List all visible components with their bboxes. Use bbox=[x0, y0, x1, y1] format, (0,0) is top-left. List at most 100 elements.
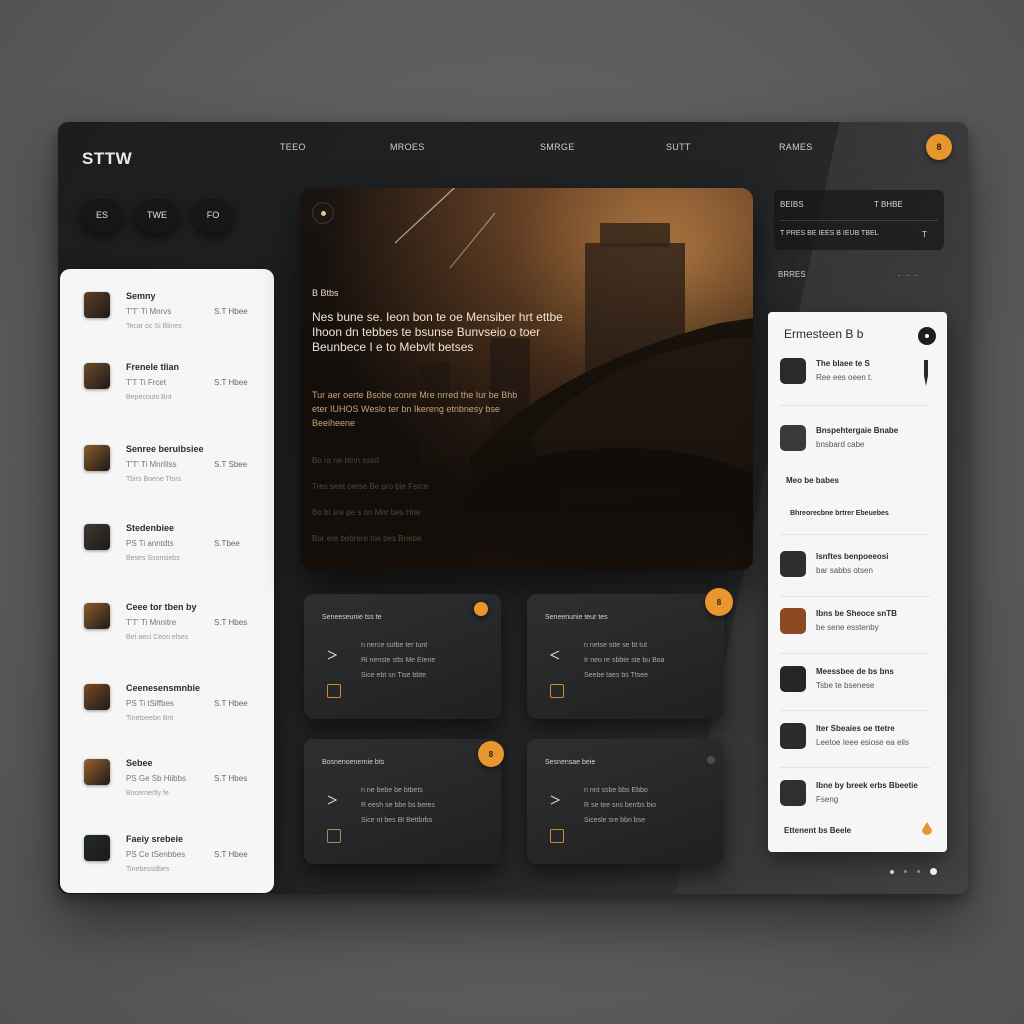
brand-logo[interactable]: STTW bbox=[82, 149, 132, 169]
page-dot[interactable] bbox=[917, 870, 920, 873]
pagination-dots bbox=[890, 868, 937, 875]
item-meta: T'T' Ti Mnrlilss bbox=[126, 460, 177, 469]
task-card[interactable]: Seneeseunie tss te n nerce sutbe ter tun… bbox=[304, 594, 501, 719]
nav-link-5[interactable]: RAMES bbox=[779, 142, 813, 152]
nav-link-1[interactable]: TEEO bbox=[280, 142, 306, 152]
item-subtitle: bnsbard cabe bbox=[816, 440, 865, 449]
card-badge[interactable]: 8 bbox=[478, 741, 504, 767]
nav-link-4[interactable]: SUTT bbox=[666, 142, 691, 152]
hero-menu-button[interactable] bbox=[312, 202, 334, 224]
item-title: Ceenesensmnbie bbox=[126, 683, 201, 693]
item-value: S.T Hbee bbox=[214, 378, 248, 387]
item-meta: PS Ti tSiffbes bbox=[126, 699, 174, 708]
item-title: Ibne by breek erbs Bbeetie bbox=[816, 781, 918, 790]
divider bbox=[780, 596, 930, 597]
item-subtitle: bar sabbs otsen bbox=[816, 566, 873, 575]
search-input[interactable]: T PRES BE IEES B IEUB TBEL bbox=[780, 230, 879, 237]
item-subtitle: Leetoe Ieee esiose ea eils bbox=[816, 738, 909, 747]
list-item[interactable]: Ceee tor tben by T'T' Ti Mnnitre S.T Hbe… bbox=[84, 602, 264, 651]
item-title: Ibns be Sheoce snTB bbox=[816, 609, 897, 618]
item-thumbnail bbox=[780, 551, 806, 577]
list-item[interactable]: Stedenbiee PS Ti anntdts S.Tbee Beses Ss… bbox=[84, 523, 264, 572]
panel-item[interactable]: Ibns be Sheoce snTB be sene esstenby bbox=[780, 608, 930, 644]
pen-icon bbox=[924, 360, 928, 386]
card-line: R eesh se bbe bs beres bbox=[361, 802, 435, 809]
panel-item[interactable]: Ibne by breek erbs Bbeetie Fseng bbox=[780, 780, 930, 816]
item-title: lsnftes benpoeeosi bbox=[816, 552, 889, 561]
item-meta: PS Ce tSenbbes bbox=[126, 850, 186, 859]
card-line: n ne bebe be btbets bbox=[361, 787, 423, 794]
panel-text[interactable]: Bhreorecbne brtrer Ebeuebes bbox=[790, 510, 889, 517]
item-meta: PS Ge Sb Hiibbs bbox=[126, 774, 187, 783]
hero-faded-line: Bo ra ne btnn sssrt bbox=[312, 456, 380, 465]
task-card[interactable]: Sesnensae beie n nnt ssbe bbs Ebbo R se … bbox=[527, 739, 724, 864]
item-thumbnail bbox=[84, 759, 110, 785]
card-checkbox[interactable] bbox=[550, 684, 564, 698]
card-checkbox[interactable] bbox=[327, 829, 341, 843]
card-dot-icon[interactable] bbox=[707, 756, 715, 764]
nav-link-3[interactable]: SMRGE bbox=[540, 142, 575, 152]
task-card[interactable]: Bosnenoenernie bts n ne bebe be btbets R… bbox=[304, 739, 504, 864]
item-title: Ceee tor tben by bbox=[126, 602, 197, 612]
list-item[interactable]: Sebee PS Ge Sb Hiibbs S.T Hbes Bocernerl… bbox=[84, 758, 264, 807]
filter-pill-2[interactable]: TWE bbox=[135, 197, 179, 233]
card-checkbox[interactable] bbox=[327, 684, 341, 698]
item-subtitle: Bocernerlly fe bbox=[126, 790, 169, 797]
item-value: S.T Hbee bbox=[214, 307, 248, 316]
card-checkbox[interactable] bbox=[550, 829, 564, 843]
card-badge[interactable] bbox=[474, 602, 488, 616]
list-item[interactable]: Faeiy srebeie PS Ce tSenbbes S.T Hbee Ti… bbox=[84, 834, 264, 883]
list-item[interactable]: Senree beruibsiee T'T' Ti Mnrlilss S.T S… bbox=[84, 444, 264, 493]
item-subtitle: Tinetoeebn Bnt bbox=[126, 715, 174, 722]
panel-item[interactable]: The blaee te S Ree ees oeen t. bbox=[780, 358, 930, 394]
hero-image-card[interactable]: B Btbs Nes bune se. Ieon bon te oe Mensi… bbox=[300, 188, 753, 570]
panel-item[interactable]: Iter Sbeaies oe ttetre Leetoe Ieee esios… bbox=[780, 723, 930, 759]
page-dot[interactable] bbox=[890, 869, 894, 874]
list-item[interactable]: Frenele tlian T'T Ti Frcet S.T Hbee Bepe… bbox=[84, 362, 264, 411]
item-thumbnail bbox=[780, 608, 806, 634]
panel-item[interactable]: Meessbee de bs bns Tsbe te bsenese bbox=[780, 666, 930, 702]
page-dot[interactable] bbox=[904, 870, 907, 873]
list-item[interactable]: Semny T'T' Ti Mnrvs S.T Hbee Tecar oc Si… bbox=[84, 291, 264, 340]
list-item[interactable]: Ceenesensmnbie PS Ti tSiffbes S.T Hbee T… bbox=[84, 683, 264, 732]
item-subtitle: Fseng bbox=[816, 795, 839, 804]
panel-footer[interactable]: Ettenent bs Beele bbox=[784, 826, 851, 835]
panel-text[interactable]: Meo be babes bbox=[786, 476, 839, 485]
item-subtitle: Beses Ssonsiebs bbox=[126, 555, 180, 562]
card-line: Sice ebt sn Tise bbte bbox=[361, 672, 426, 679]
item-value: S.Tbee bbox=[214, 539, 240, 548]
item-title: The blaee te S bbox=[816, 359, 870, 368]
panel-title: Ermesteen B b bbox=[784, 327, 864, 341]
app-window: STTW TEEO MROES SMRGE SUTT RAMES 8 ES TW… bbox=[58, 122, 968, 894]
panel-item[interactable]: lsnftes benpoeeosi bar sabbs otsen bbox=[780, 551, 930, 587]
hero-faded-line: Bo bt sre pe s on Mnr bes Hne bbox=[312, 508, 421, 517]
card-title: Bosnenoenernie bts bbox=[322, 759, 385, 766]
more-dots-icon[interactable]: ... bbox=[898, 268, 924, 278]
card-badge[interactable]: 8 bbox=[705, 588, 733, 616]
divider bbox=[780, 767, 930, 768]
card-line: Sicesle sre bbn bse bbox=[584, 817, 646, 824]
drop-icon[interactable] bbox=[922, 822, 932, 835]
task-card[interactable]: Seneenunie teur tes n netse stte se bt t… bbox=[527, 588, 733, 719]
panel-item[interactable]: Bnspehtergaie Bnabe bnsbard cabe bbox=[780, 425, 930, 461]
hero-headline: Nes bune se. Ieon bon te oe Mensiber hrt… bbox=[312, 310, 563, 354]
divider bbox=[780, 534, 930, 535]
nav-link-2[interactable]: MROES bbox=[390, 142, 425, 152]
notification-badge[interactable]: 8 bbox=[926, 134, 952, 160]
card-line: Ir neo re sbbte ste bu Boa bbox=[584, 657, 665, 664]
card-line: n nnt ssbe bbs Ebbo bbox=[584, 787, 648, 794]
filter-pill-1[interactable]: ES bbox=[81, 197, 123, 233]
chevron-icon bbox=[550, 795, 561, 805]
chevron-icon bbox=[327, 795, 338, 805]
page-dot-active[interactable] bbox=[930, 868, 937, 875]
panel-options-icon[interactable] bbox=[918, 327, 936, 345]
chevron-icon bbox=[549, 650, 560, 660]
item-title: Stedenbiee bbox=[126, 523, 175, 533]
card-line: Ri nenste stts Me Etene bbox=[361, 657, 436, 664]
item-thumbnail bbox=[84, 363, 110, 389]
filter-pill-3[interactable]: FO bbox=[192, 197, 234, 233]
item-thumbnail bbox=[780, 425, 806, 451]
search-row-right: T BHBE bbox=[874, 200, 903, 209]
divider bbox=[780, 405, 930, 406]
search-panel[interactable]: BEIBS T BHBE T PRES BE IEES B IEUB TBEL … bbox=[774, 190, 944, 250]
